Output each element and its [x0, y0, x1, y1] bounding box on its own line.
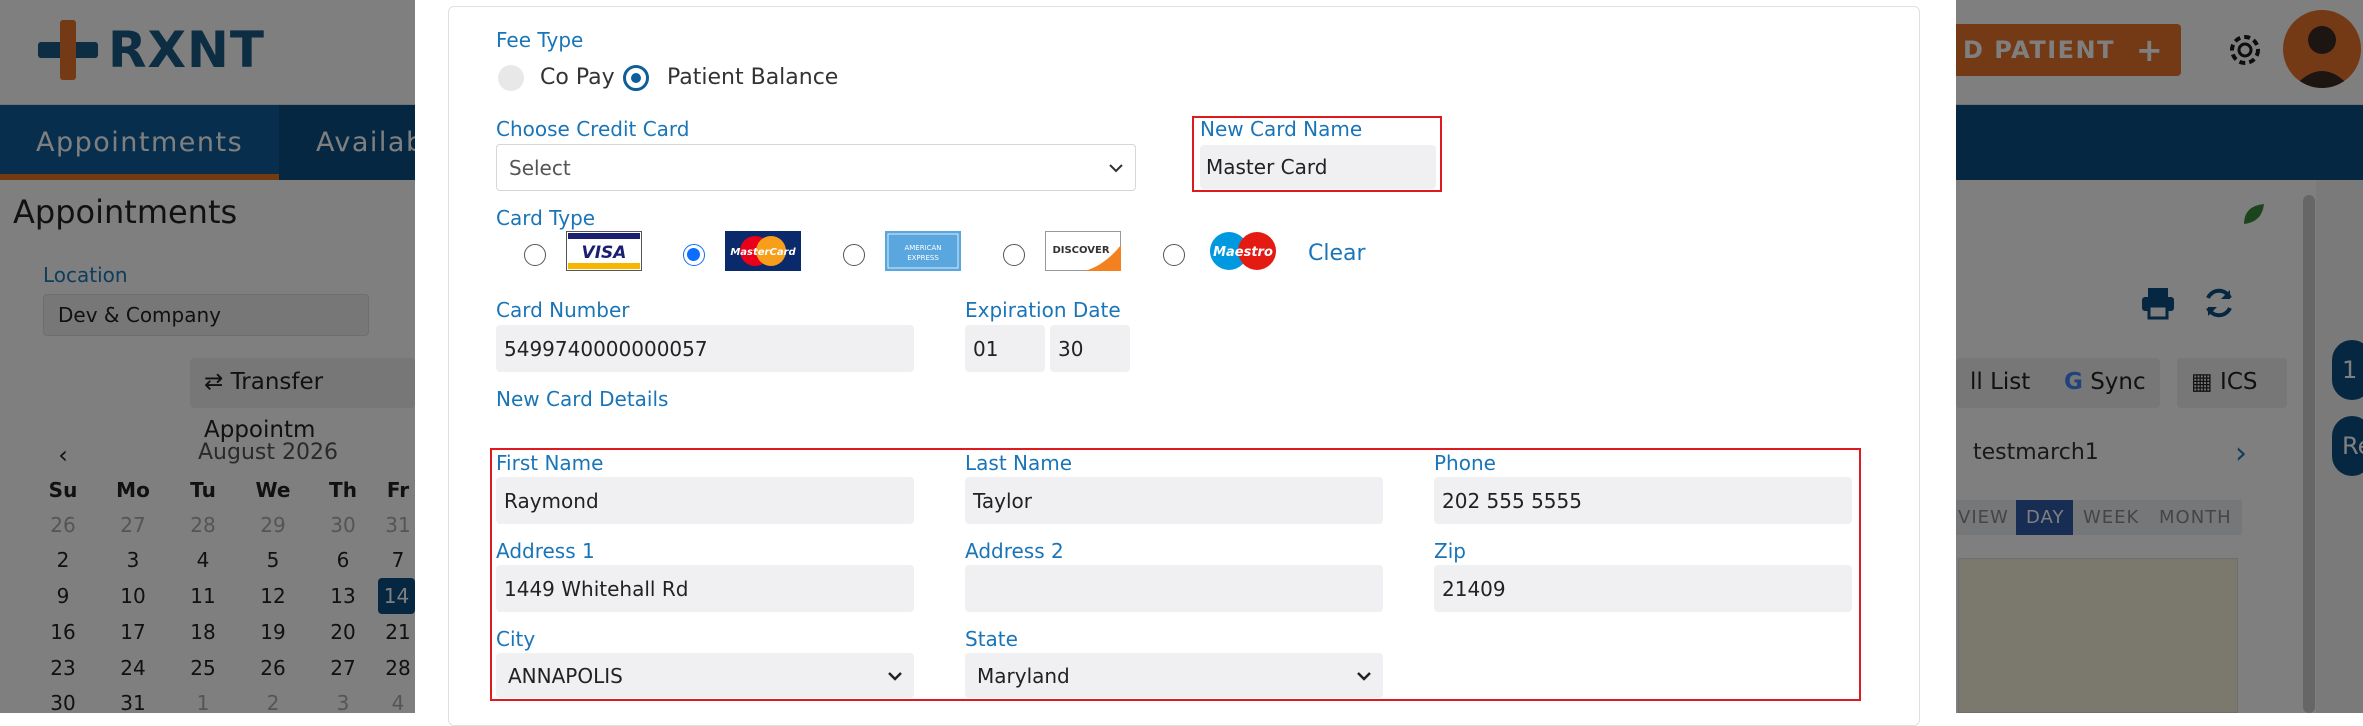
- first-name-input[interactable]: Raymond: [496, 477, 914, 524]
- patient-balance-label[interactable]: Patient Balance: [667, 65, 838, 90]
- city-select-value: ANNAPOLIS: [508, 663, 623, 688]
- city-select[interactable]: ANNAPOLIS: [496, 653, 914, 698]
- first-name-label: First Name: [496, 451, 604, 475]
- credit-card-select[interactable]: Select: [496, 144, 1136, 191]
- chevron-down-icon: [1109, 163, 1123, 172]
- svg-text:EXPRESS: EXPRESS: [907, 254, 939, 262]
- credit-card-select-value: Select: [509, 155, 571, 180]
- co-pay-radio[interactable]: [498, 65, 524, 91]
- fee-type-label: Fee Type: [496, 28, 584, 52]
- expiration-date-label: Expiration Date: [965, 298, 1121, 322]
- address2-label: Address 2: [965, 539, 1064, 563]
- visa-radio[interactable]: [524, 244, 546, 266]
- svg-text:MasterCard: MasterCard: [730, 247, 796, 258]
- chevron-down-icon: [888, 671, 902, 681]
- zip-label: Zip: [1434, 539, 1466, 563]
- phone-input[interactable]: 202 555 5555: [1434, 477, 1852, 524]
- card-number-label: Card Number: [496, 298, 630, 322]
- card-number-input[interactable]: 5499740000000057: [496, 325, 914, 372]
- mastercard-radio[interactable]: [683, 244, 705, 266]
- svg-text:Maestro: Maestro: [1213, 245, 1273, 260]
- choose-credit-card-label: Choose Credit Card: [496, 117, 690, 141]
- chevron-down-icon: [1357, 671, 1371, 681]
- discover-radio[interactable]: [1003, 244, 1025, 266]
- exp-month-input[interactable]: 01: [965, 325, 1045, 372]
- state-select-value: Maryland: [977, 663, 1070, 688]
- address1-label: Address 1: [496, 539, 595, 563]
- last-name-input[interactable]: Taylor: [965, 477, 1383, 524]
- svg-text:DISCOVER: DISCOVER: [1052, 245, 1109, 256]
- city-label: City: [496, 627, 536, 651]
- svg-text:VISA: VISA: [582, 243, 627, 263]
- amex-card-icon[interactable]: AMERICAN EXPRESS: [885, 231, 961, 271]
- maestro-card-icon[interactable]: Maestro: [1205, 231, 1281, 271]
- svg-text:AMERICAN: AMERICAN: [904, 244, 941, 252]
- new-card-name-input[interactable]: Master Card: [1200, 145, 1436, 189]
- last-name-label: Last Name: [965, 451, 1073, 475]
- new-card-details-label: New Card Details: [496, 387, 669, 411]
- patient-balance-radio[interactable]: [623, 65, 649, 91]
- amex-radio[interactable]: [843, 244, 865, 266]
- address2-input[interactable]: [965, 565, 1383, 612]
- clear-card-type-link[interactable]: Clear: [1308, 241, 1366, 266]
- visa-card-icon[interactable]: VISA: [566, 231, 642, 271]
- maestro-radio[interactable]: [1163, 244, 1185, 266]
- zip-input[interactable]: 21409: [1434, 565, 1852, 612]
- address1-input[interactable]: 1449 Whitehall Rd: [496, 565, 914, 612]
- co-pay-label[interactable]: Co Pay: [540, 65, 615, 90]
- card-type-label: Card Type: [496, 206, 596, 230]
- phone-label: Phone: [1434, 451, 1496, 475]
- state-label: State: [965, 627, 1018, 651]
- discover-card-icon[interactable]: DISCOVER: [1045, 231, 1121, 271]
- state-select[interactable]: Maryland: [965, 653, 1383, 698]
- mastercard-card-icon[interactable]: MasterCard: [725, 231, 801, 271]
- new-card-name-label: New Card Name: [1200, 117, 1363, 141]
- exp-year-input[interactable]: 30: [1050, 325, 1130, 372]
